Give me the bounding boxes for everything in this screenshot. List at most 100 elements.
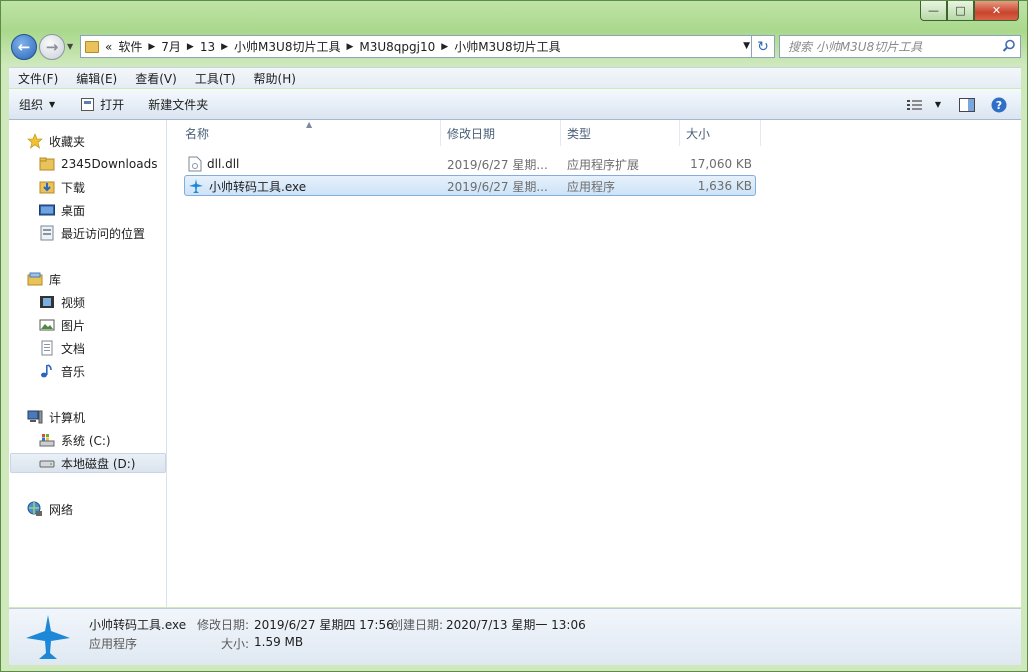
details-pane: 小帅转码工具.exe 修改日期: 2019/6/27 星期四 17:56 创建日… <box>9 608 1021 665</box>
nav-item-videos[interactable]: 视频 <box>39 292 85 312</box>
document-icon <box>41 340 53 356</box>
nav-favorites-label: 收藏夹 <box>49 134 86 149</box>
refresh-button[interactable]: ↻ <box>751 35 775 58</box>
new-folder-button[interactable]: 新建文件夹 <box>138 96 218 113</box>
breadcrumb-overflow[interactable]: « <box>105 40 112 54</box>
command-toolbar: 组织 ▼ 打开 新建文件夹 ▼ ? <box>9 89 1021 120</box>
breadcrumb-item[interactable]: 7月 <box>161 38 181 55</box>
nav-computer-label: 计算机 <box>49 410 86 425</box>
column-header-size[interactable]: 大小 <box>680 120 761 146</box>
nav-computer[interactable]: 计算机 <box>27 407 85 427</box>
details-created-value: 2020/7/13 星期一 13:06 <box>446 618 586 632</box>
nav-item-system-c[interactable]: 系统 (C:) <box>39 430 111 450</box>
nav-item-label: 文档 <box>61 341 86 356</box>
download-folder-icon <box>39 181 55 194</box>
column-header-label: 类型 <box>567 126 592 141</box>
back-button[interactable]: ← <box>11 34 37 60</box>
breadcrumb-separator-icon[interactable]: ▶ <box>221 42 228 52</box>
nav-item-label: 2345Downloads <box>61 157 158 171</box>
details-file-type: 应用程序 <box>89 637 138 651</box>
nav-item-label: 本地磁盘 (D:) <box>61 456 136 471</box>
search-placeholder: 搜索 小帅M3U8切片工具 <box>788 40 923 54</box>
breadcrumb-item[interactable]: 小帅M3U8切片工具 <box>454 38 560 55</box>
system-drive-icon <box>39 434 55 447</box>
music-note-icon <box>41 364 52 378</box>
file-name-label: dll.dll <box>207 157 240 171</box>
nav-item-desktop[interactable]: 桌面 <box>39 200 85 220</box>
dll-file-icon <box>188 156 202 172</box>
breadcrumb-item[interactable]: M3U8qpgj10 <box>359 40 435 54</box>
file-type-cell: 应用程序 <box>567 179 616 194</box>
column-header-modified[interactable]: 修改日期 <box>441 120 561 146</box>
menu-edit[interactable]: 编辑(E) <box>67 70 126 87</box>
details-created-label: 创建日期: <box>391 618 444 632</box>
file-type-cell: 应用程序扩展 <box>567 157 640 172</box>
preview-pane-icon <box>959 97 975 112</box>
close-button[interactable]: ✕ <box>974 1 1019 21</box>
menu-view[interactable]: 查看(V) <box>126 70 186 87</box>
breadcrumb-separator-icon[interactable]: ▶ <box>441 42 448 52</box>
nav-item-downloads[interactable]: 下载 <box>39 177 85 197</box>
organize-button[interactable]: 组织 ▼ <box>9 96 65 113</box>
breadcrumb-separator-icon[interactable]: ▶ <box>148 42 155 52</box>
menu-bar: 文件(F) 编辑(E) 查看(V) 工具(T) 帮助(H) <box>9 67 1021 88</box>
organize-label: 组织 <box>19 97 44 112</box>
file-name-cell: dll.dll <box>188 154 239 174</box>
file-list: 名称 ▲ 修改日期 类型 大小 dll.dll 2019/6/27 星期... … <box>168 120 1021 607</box>
address-bar[interactable]: « 软件 ▶ 7月 ▶ 13 ▶ 小帅M3U8切片工具 ▶ M3U8qpgj10… <box>80 35 771 58</box>
column-header-name[interactable]: 名称 ▲ <box>168 120 441 146</box>
nav-favorites[interactable]: 收藏夹 <box>27 131 85 151</box>
column-header-type[interactable]: 类型 <box>561 120 680 146</box>
nav-item-music[interactable]: 音乐 <box>39 361 85 381</box>
menu-help[interactable]: 帮助(H) <box>245 70 305 87</box>
breadcrumb-separator-icon[interactable]: ▶ <box>346 42 353 52</box>
nav-item-recent-places[interactable]: 最近访问的位置 <box>39 223 145 243</box>
nav-item-label: 下载 <box>61 180 86 195</box>
file-size-cell: 1,636 KB <box>697 179 752 193</box>
folder-icon <box>39 157 55 171</box>
file-row[interactable]: dll.dll 2019/6/27 星期... 应用程序扩展 17,060 KB <box>184 154 756 174</box>
view-options-button[interactable]: ▼ <box>901 99 947 111</box>
file-modified-cell: 2019/6/27 星期... <box>447 157 548 172</box>
address-history-dropdown-icon[interactable]: ▼ <box>743 41 750 51</box>
picture-icon <box>39 319 55 331</box>
breadcrumb-item[interactable]: 软件 <box>118 38 142 55</box>
breadcrumb-separator-icon[interactable]: ▶ <box>187 42 194 52</box>
nav-network[interactable]: 网络 <box>27 499 73 519</box>
nav-item-label: 图片 <box>61 318 86 333</box>
search-input[interactable]: 搜索 小帅M3U8切片工具 <box>779 35 1021 58</box>
recent-places-icon <box>40 225 54 241</box>
menu-file[interactable]: 文件(F) <box>9 70 67 87</box>
breadcrumb-item[interactable]: 13 <box>200 40 215 54</box>
column-header-label: 大小 <box>686 126 711 141</box>
nav-item-pictures[interactable]: 图片 <box>39 315 85 335</box>
nav-item-local-disk-d[interactable]: 本地磁盘 (D:) <box>10 453 166 473</box>
nav-item-2345downloads[interactable]: 2345Downloads <box>39 154 157 174</box>
nav-item-documents[interactable]: 文档 <box>39 338 85 358</box>
file-row-selected[interactable]: 小帅转码工具.exe 2019/6/27 星期... 应用程序 1,636 KB <box>184 175 756 196</box>
help-button[interactable]: ? <box>987 97 1021 113</box>
file-modified-cell: 2019/6/27 星期... <box>447 179 548 194</box>
computer-icon <box>27 410 43 424</box>
network-icon <box>27 501 42 516</box>
column-header-label: 名称 <box>185 126 210 141</box>
nav-libraries[interactable]: 库 <box>27 269 61 289</box>
breadcrumb-item[interactable]: 小帅M3U8切片工具 <box>234 38 340 55</box>
navigation-bar: ← → ▼ « 软件 ▶ 7月 ▶ 13 ▶ 小帅M3U8切片工具 ▶ M3U8… <box>9 32 1021 62</box>
search-icon[interactable] <box>1002 39 1016 53</box>
maximize-button[interactable]: □ <box>947 1 974 21</box>
recent-pages-dropdown[interactable]: ▼ <box>67 42 73 51</box>
window-controls: — □ ✕ <box>920 1 1019 21</box>
explorer-content: 收藏夹 2345Downloads 下载 桌面 最近访问的位置 库 视频 图片 … <box>9 120 1021 607</box>
new-folder-label: 新建文件夹 <box>148 97 209 112</box>
airplane-icon <box>26 615 70 659</box>
view-list-icon <box>906 99 922 110</box>
details-size-label: 大小: <box>221 637 250 651</box>
open-button[interactable]: 打开 <box>71 96 134 113</box>
chevron-down-icon[interactable]: ▼ <box>935 100 941 109</box>
file-name-label: 小帅转码工具.exe <box>209 179 307 194</box>
minimize-button[interactable]: — <box>920 1 947 21</box>
menu-tools[interactable]: 工具(T) <box>186 70 245 87</box>
preview-pane-button[interactable] <box>947 97 987 112</box>
forward-button[interactable]: → <box>39 34 65 60</box>
